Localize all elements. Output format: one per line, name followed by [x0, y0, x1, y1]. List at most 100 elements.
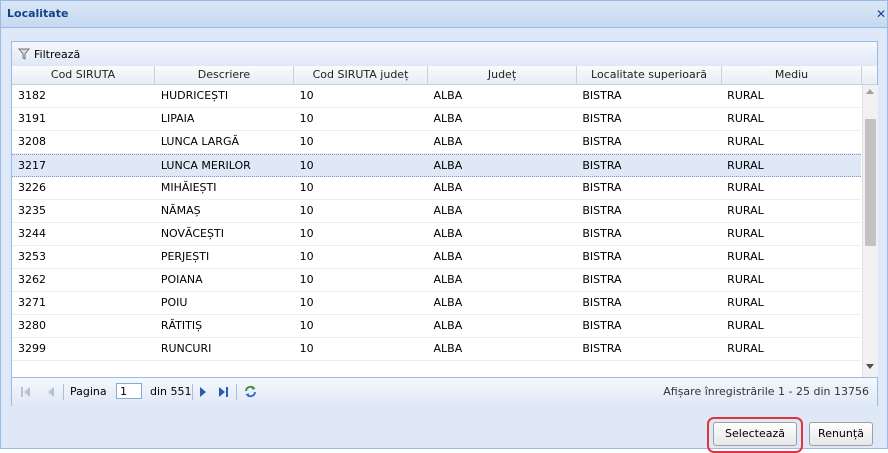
table-row[interactable]: 3244 NOVĂCEȘTI 10 ALBA BISTRA RURAL: [12, 223, 861, 246]
table-cell: 10: [299, 250, 314, 263]
table-cell: LIPAIA: [160, 112, 195, 125]
last-page-icon[interactable]: [226, 387, 228, 397]
page-count-label: din 551: [150, 385, 192, 398]
table-cell: BISTRA: [582, 227, 622, 240]
table-cell: RURAL: [727, 342, 764, 355]
table-cell: NOVĂCEȘTI: [160, 227, 224, 240]
table-cell: RURAL: [727, 204, 764, 217]
table-cell: BISTRA: [582, 319, 622, 332]
paging-separator: [63, 384, 64, 400]
table-cell: 10: [299, 296, 314, 309]
table-row[interactable]: 3226 MIHĂIEȘTI 10 ALBA BISTRA RURAL: [12, 177, 861, 200]
table-cell: 3271: [18, 296, 46, 309]
table-row[interactable]: 3191 LIPAIA 10 ALBA BISTRA RURAL: [12, 108, 861, 131]
table-cell: BISTRA: [582, 112, 622, 125]
table-row[interactable]: 3182 HUDRICEȘTI 10 ALBA BISTRA RURAL: [12, 85, 861, 108]
table-cell: RURAL: [727, 135, 764, 148]
table-cell: ALBA: [433, 227, 463, 240]
table-cell: RURAL: [727, 273, 764, 286]
column-header[interactable]: Mediu: [722, 66, 862, 84]
cancel-button[interactable]: Renunță: [809, 422, 873, 446]
table-cell: RURAL: [727, 296, 764, 309]
dialog-titlebar[interactable]: Localitate ✕: [1, 1, 887, 28]
table-cell: POIANA: [160, 273, 203, 286]
last-page-arrow-icon[interactable]: [219, 387, 225, 397]
table-cell: 3262: [18, 273, 46, 286]
next-page-icon[interactable]: [200, 387, 206, 397]
scroll-down-icon[interactable]: [866, 364, 874, 369]
grid-scrollbar[interactable]: [862, 85, 878, 377]
table-cell: ALBA: [433, 319, 463, 332]
column-header[interactable]: Localitate superioară: [577, 66, 722, 84]
paging-separator: [192, 384, 193, 400]
table-row[interactable]: 3271 POIU 10 ALBA BISTRA RURAL: [12, 292, 861, 315]
column-header[interactable]: Cod SIRUTA: [12, 66, 155, 84]
table-cell: BISTRA: [582, 250, 622, 263]
table-cell: 3253: [18, 250, 46, 263]
table-cell: BISTRA: [582, 159, 622, 172]
table-cell: 10: [299, 342, 314, 355]
table-cell: BISTRA: [582, 273, 622, 286]
table-cell: RURAL: [727, 181, 764, 194]
page-number-input[interactable]: [116, 383, 142, 399]
table-cell: HUDRICEȘTI: [160, 89, 229, 102]
table-cell: 3244: [18, 227, 46, 240]
grid-body: 3182 HUDRICEȘTI 10 ALBA BISTRA RURAL 3191 LIPAI…: [12, 85, 861, 377]
table-cell: 3280: [18, 319, 46, 332]
table-cell: 3299: [18, 342, 46, 355]
first-page-arrow-icon[interactable]: [24, 387, 30, 397]
filter-label: Filtrează: [34, 47, 81, 61]
table-cell: 3191: [18, 112, 46, 125]
table-cell: RURAL: [727, 159, 764, 172]
paging-toolbar: Pagina din 551 Afișare înregistrările 1 …: [12, 377, 877, 406]
table-cell: ALBA: [433, 112, 463, 125]
column-header[interactable]: Descriere: [155, 66, 294, 84]
table-cell: 3235: [18, 204, 46, 217]
filter-button[interactable]: Filtrează: [18, 46, 80, 62]
table-cell: PERJEȘTI: [160, 250, 210, 263]
prev-page-icon[interactable]: [48, 387, 54, 397]
table-cell: 10: [299, 227, 314, 240]
table-cell: ALBA: [433, 204, 463, 217]
table-cell: 3217: [18, 159, 46, 172]
table-cell: RUNCURI: [160, 342, 212, 355]
table-row[interactable]: 3299 RUNCURI 10 ALBA BISTRA RURAL: [12, 338, 861, 361]
scroll-thumb[interactable]: [865, 119, 876, 246]
table-cell: 10: [299, 135, 314, 148]
first-page-icon[interactable]: [21, 387, 23, 397]
grid-panel: Filtrează Cod SIRUTA Descriere Cod SIRUTA …: [11, 41, 878, 406]
table-row[interactable]: 3280 RĂTITIȘ 10 ALBA BISTRA RURAL: [12, 315, 861, 338]
table-cell: POIU: [160, 296, 188, 309]
table-row[interactable]: 3217 LUNCA MERILOR 10 ALBA BISTRA RURAL: [12, 154, 861, 177]
select-button[interactable]: Selectează: [713, 422, 797, 446]
table-row[interactable]: 3253 PERJEȘTI 10 ALBA BISTRA RURAL: [12, 246, 861, 269]
table-cell: RURAL: [727, 112, 764, 125]
close-icon[interactable]: ✕: [875, 7, 887, 21]
table-row[interactable]: 3208 LUNCA LARGĂ 10 ALBA BISTRA RURAL: [12, 131, 861, 154]
filter-icon: [18, 48, 30, 60]
table-cell: 10: [299, 89, 314, 102]
paging-separator: [236, 384, 237, 400]
table-cell: 10: [299, 319, 314, 332]
table-cell: BISTRA: [582, 135, 622, 148]
table-cell: 10: [299, 112, 314, 125]
table-row[interactable]: 3235 NĂMAȘ 10 ALBA BISTRA RURAL: [12, 200, 861, 223]
table-cell: ALBA: [433, 135, 463, 148]
grid-toolbar: Filtrează: [12, 42, 877, 67]
table-cell: ALBA: [433, 89, 463, 102]
grid-header: Cod SIRUTA Descriere Cod SIRUTA județ Județ…: [12, 66, 877, 85]
table-row[interactable]: 3262 POIANA 10 ALBA BISTRA RURAL: [12, 269, 861, 292]
scroll-up-icon[interactable]: [866, 89, 874, 94]
table-cell: NĂMAȘ: [160, 204, 201, 217]
refresh-icon[interactable]: [243, 384, 258, 399]
table-cell: ALBA: [433, 181, 463, 194]
table-cell: 10: [299, 273, 314, 286]
table-cell: BISTRA: [582, 181, 622, 194]
column-header[interactable]: Cod SIRUTA județ: [294, 66, 428, 84]
table-cell: BISTRA: [582, 89, 622, 102]
header-spacer: [862, 66, 877, 84]
table-cell: 10: [299, 159, 314, 172]
table-cell: RĂTITIȘ: [160, 319, 203, 332]
column-header[interactable]: Județ: [428, 66, 577, 84]
table-cell: LUNCA LARGĂ: [160, 135, 239, 148]
